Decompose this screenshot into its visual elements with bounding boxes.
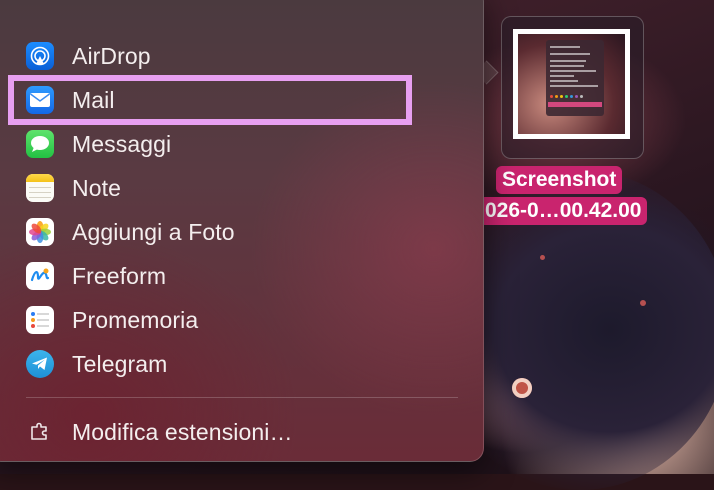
menu-item-edit-extensions[interactable]: Modifica estensioni… <box>26 412 416 452</box>
menu-item-label: Promemoria <box>72 306 199 333</box>
wallpaper-ornament <box>640 300 646 306</box>
file-name-line1[interactable]: Screenshot <box>496 166 623 194</box>
wallpaper-ornament <box>512 378 532 398</box>
notes-icon <box>26 174 54 202</box>
menu-item-label: Modifica estensioni… <box>72 418 293 445</box>
menu-item-reminders[interactable]: Promemoria <box>26 300 416 340</box>
menu-divider <box>26 397 458 398</box>
menu-item-freeform[interactable]: Freeform <box>26 256 416 296</box>
menu-item-photos[interactable]: Aggiungi a Foto <box>26 212 416 252</box>
freeform-icon <box>26 262 54 290</box>
telegram-icon <box>26 350 54 378</box>
thumbnail-context-menu <box>546 40 604 116</box>
photos-icon <box>26 218 54 246</box>
menu-item-airdrop[interactable]: AirDrop <box>26 36 416 76</box>
menu-item-label: AirDrop <box>72 42 151 69</box>
reminders-icon <box>26 306 54 334</box>
menu-item-label: Messaggi <box>72 130 172 157</box>
messages-icon <box>26 130 54 158</box>
file-name-line2[interactable]: 026-0…00.42.00 <box>479 197 648 225</box>
menu-item-label: Freeform <box>72 262 167 289</box>
menu-item-messages[interactable]: Messaggi <box>26 124 416 164</box>
screenshot-file-thumbnail[interactable] <box>513 29 630 139</box>
menu-item-notes[interactable]: Note <box>26 168 416 208</box>
menu-item-telegram[interactable]: Telegram <box>26 344 416 384</box>
extensions-icon <box>26 418 54 446</box>
airdrop-icon <box>26 42 54 70</box>
menu-item-label: Aggiungi a Foto <box>72 218 235 245</box>
wallpaper-ornament <box>540 255 545 260</box>
thumbnail-image <box>518 34 625 134</box>
menu-item-label: Note <box>72 174 121 201</box>
selection-highlight <box>8 75 412 125</box>
menu-item-label: Telegram <box>72 350 168 377</box>
